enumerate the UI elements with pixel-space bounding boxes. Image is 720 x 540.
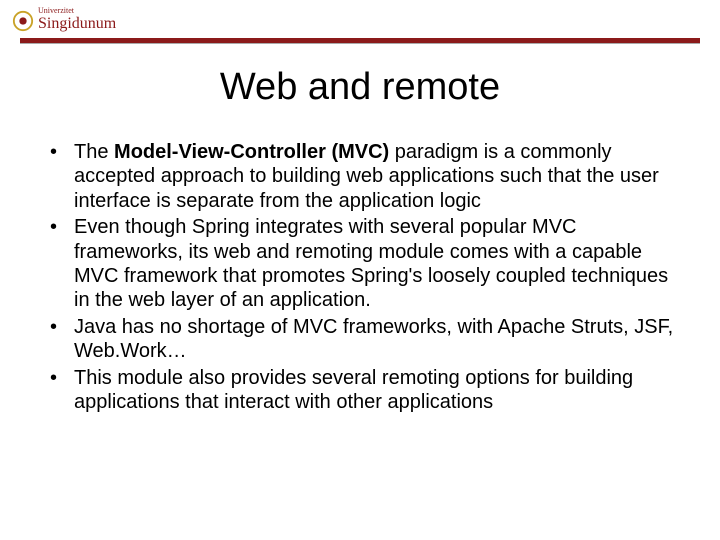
university-logo: Univerzitet Singidunum bbox=[12, 8, 116, 33]
header-rule bbox=[20, 38, 700, 44]
list-item: Java has no shortage of MVC frameworks, … bbox=[50, 315, 680, 364]
list-item: Even though Spring integrates with sever… bbox=[50, 215, 680, 313]
logo-icon bbox=[12, 10, 34, 32]
slide-title: Web and remote bbox=[0, 66, 720, 109]
bullet-list: The Model-View-Controller (MVC) paradigm… bbox=[50, 140, 680, 414]
logo-name: Singidunum bbox=[38, 15, 116, 32]
logo-text-block: Univerzitet Singidunum bbox=[38, 8, 116, 33]
logo-subtext: Univerzitet bbox=[38, 6, 116, 15]
list-item: The Model-View-Controller (MVC) paradigm… bbox=[50, 140, 680, 213]
slide-content: The Model-View-Controller (MVC) paradigm… bbox=[50, 140, 680, 416]
list-item: This module also provides several remoti… bbox=[50, 366, 680, 415]
